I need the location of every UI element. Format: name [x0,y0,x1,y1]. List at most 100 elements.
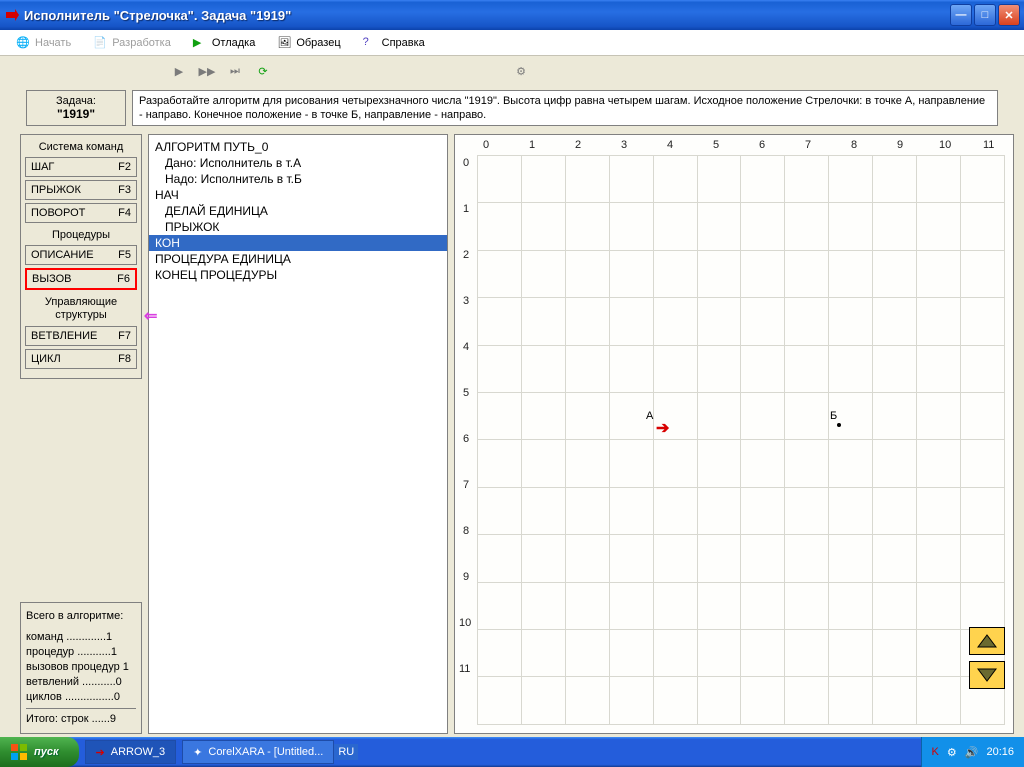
stats-panel: Всего в алгоритме: команд .............1… [20,602,142,734]
maximize-button[interactable]: □ [974,4,996,26]
cmd-shag[interactable]: ШАГF2 [25,157,137,177]
y-axis-label: 4 [463,341,469,353]
point-b-dot [837,423,841,427]
code-line[interactable]: НАЧ [149,187,447,203]
stats-line: процедур ...........1 [26,645,136,660]
x-axis-label: 10 [939,139,951,151]
window-titlebar: Исполнитель "Стрелочка". Задача "1919" —… [0,0,1024,30]
cmd-vyzov[interactable]: ВЫЗОВF6 [25,268,137,290]
y-axis-label: 3 [463,295,469,307]
commands-header: Система команд [25,141,137,153]
taskbar-item-corelxara[interactable]: ✦ CorelXARA - [Untitled... [182,740,334,764]
y-axis-label: 0 [463,157,469,169]
tool-refresh[interactable]: ⟳ [254,62,272,80]
grid-table [477,155,1005,725]
menu-spravka[interactable]: ?Справка [353,32,435,54]
nav-down-button[interactable] [969,661,1005,689]
y-axis-label: 5 [463,387,469,399]
toolbar: ▶ ▶▶ ⏭ ⟳ ⚙ [0,56,1024,86]
x-axis-label: 2 [575,139,581,151]
proc-header: Процедуры [25,229,137,241]
code-line[interactable]: ДЕЛАЙ ЕДИНИЦА [149,203,447,219]
y-axis-label: 9 [463,571,469,583]
x-axis-label: 6 [759,139,765,151]
code-panel[interactable]: АЛГОРИТМ ПУТЬ_0 Дано: Исполнитель в т.А … [148,134,448,734]
grid-area[interactable] [477,155,1005,725]
image-icon: 🖼 [277,36,291,50]
x-axis-label: 3 [621,139,627,151]
commands-panel: Система команд ШАГF2 ПРЫЖОКF3 ПОВОРОТF4 … [20,134,142,379]
menu-bar: 🌐Начать 📄Разработка ▶Отладка 🖼Образец ?С… [0,30,1024,56]
code-line[interactable]: Дано: Исполнитель в т.А [149,155,447,171]
code-line[interactable]: АЛГОРИТМ ПУТЬ_0 [149,139,447,155]
taskbar: пуск ➔ ARROW_3 ✦ CorelXARA - [Untitled..… [0,737,1024,767]
x-axis-label: 0 [483,139,489,151]
stats-line: ветвлений ...........0 [26,675,136,690]
task-label-1: Задача: [29,95,123,107]
y-axis-label: 11 [459,663,470,675]
globe-icon: 🌐 [16,36,30,50]
y-axis-label: 2 [463,249,469,261]
x-axis-label: 4 [667,139,673,151]
play-icon: ▶ [193,36,207,50]
menu-razrabotka[interactable]: 📄Разработка [83,32,181,54]
task-description: Разработайте алгоритм для рисования четы… [132,90,998,126]
code-line[interactable]: ПРЫЖОК [149,219,447,235]
menu-otladka[interactable]: ▶Отладка [183,32,265,54]
window-title: Исполнитель "Стрелочка". Задача "1919" [24,8,950,23]
minimize-button[interactable]: — [950,4,972,26]
tool-fff[interactable]: ⏭ [226,62,244,80]
tool-play[interactable]: ▶ [170,62,188,80]
tray-icon[interactable]: ⚙ [947,746,957,759]
cmd-vetvlenie[interactable]: ВЕТВЛЕНИЕF7 [25,326,137,346]
code-line[interactable]: КОНЕЦ ПРОЦЕДУРЫ [149,267,447,283]
x-axis-label: 1 [529,139,535,151]
y-axis-label: 7 [463,479,469,491]
cmd-povorot[interactable]: ПОВОРОТF4 [25,203,137,223]
code-line-selected[interactable]: КОН [149,235,447,251]
tray-icon[interactable]: 🔊 [965,746,979,759]
task-label-2: "1919" [29,107,123,121]
app-icon [4,7,20,23]
cmd-opisanie[interactable]: ОПИСАНИЕF5 [25,245,137,265]
tool-misc[interactable]: ⚙ [512,62,530,80]
y-axis-label: 10 [459,617,471,629]
y-axis-label: 8 [463,525,469,537]
canvas-panel[interactable]: 0 1 2 3 4 5 6 7 8 9 10 11 0 1 2 3 4 5 6 … [454,134,1014,734]
pointer-arrow-icon: ⇐ [144,306,157,326]
ctrl-header: Управляющие структуры [25,296,137,322]
task-label-box: Задача: "1919" [26,90,126,126]
stats-total: Итого: строк ......9 [26,712,136,727]
nav-up-button[interactable] [969,627,1005,655]
cmd-pryzhok[interactable]: ПРЫЖОКF3 [25,180,137,200]
x-axis-label: 9 [897,139,903,151]
windows-logo-icon [10,743,28,761]
menu-nachat[interactable]: 🌐Начать [6,32,81,54]
language-indicator[interactable]: RU [334,744,358,760]
tray-icon[interactable]: K [932,746,939,758]
stats-line: команд .............1 [26,630,136,645]
code-line[interactable]: ПРОЦЕДУРА ЕДИНИЦА [149,251,447,267]
tool-ff[interactable]: ▶▶ [198,62,216,80]
arrow-icon: ➔ [96,746,105,759]
point-a-label: А [646,410,653,422]
start-button[interactable]: пуск [0,737,79,767]
close-button[interactable]: ✕ [998,4,1020,26]
y-axis-label: 1 [463,203,469,215]
menu-obrazec[interactable]: 🖼Образец [267,32,350,54]
app-icon: ✦ [193,746,202,759]
x-axis-label: 8 [851,139,857,151]
taskbar-item-arrow3[interactable]: ➔ ARROW_3 [85,740,177,764]
system-tray[interactable]: K ⚙ 🔊 20:16 [921,737,1024,767]
x-axis-label: 5 [713,139,719,151]
x-axis-label: 7 [805,139,811,151]
tray-clock[interactable]: 20:16 [986,746,1014,758]
stats-line: циклов ................0 [26,690,136,705]
code-line[interactable]: Надо: Исполнитель в т.Б [149,171,447,187]
help-icon: ? [363,36,377,50]
executor-arrow-icon: ➔ [656,418,669,438]
x-axis-label: 11 [983,139,994,151]
stats-title: Всего в алгоритме: [26,609,136,624]
y-axis-label: 6 [463,433,469,445]
cmd-cikl[interactable]: ЦИКЛF8 [25,349,137,369]
